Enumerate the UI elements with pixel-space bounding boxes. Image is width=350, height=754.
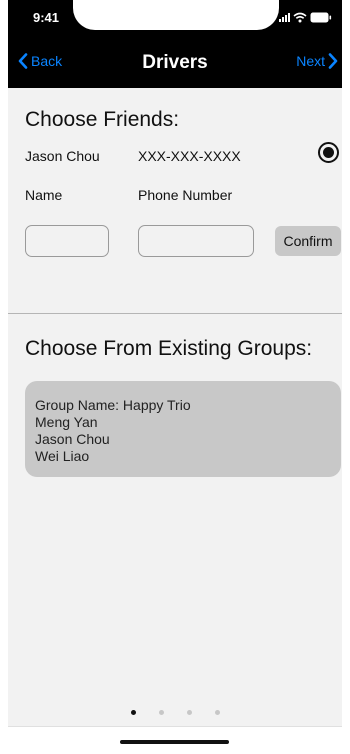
name-input[interactable] (25, 225, 109, 257)
phone-number-input[interactable] (138, 225, 254, 257)
cellular-signal-icon (279, 12, 290, 22)
device-notch (73, 0, 279, 30)
next-label: Next (296, 53, 325, 69)
next-button[interactable]: Next (296, 53, 338, 69)
page-dot-2 (158, 710, 164, 715)
radio-selected-dot (323, 147, 334, 158)
page-title: Drivers (142, 52, 208, 73)
page-dot-4 (214, 710, 220, 715)
phone-number-label: Phone Number (138, 187, 233, 203)
group-member: Wei Liao (35, 448, 90, 464)
name-label: Name (25, 187, 63, 203)
phone-screen: 9:41 Back Drivers Next Choose Friends: J… (8, 0, 342, 754)
chevron-right-icon (328, 53, 338, 69)
existing-groups-title: Choose From Existing Groups: (25, 337, 313, 360)
choose-friends-title: Choose Friends: (25, 108, 180, 131)
page-indicator[interactable] (8, 710, 342, 715)
status-icons (279, 10, 332, 24)
confirm-button[interactable]: Confirm (275, 226, 341, 256)
home-indicator[interactable] (120, 740, 229, 744)
group-name: Group Name: Happy Trio (35, 397, 191, 413)
wifi-icon (293, 12, 307, 23)
friend-select-radio[interactable] (318, 142, 339, 163)
section-divider (8, 313, 342, 314)
status-time: 9:41 (32, 10, 60, 25)
group-member: Jason Chou (35, 431, 110, 447)
battery-icon (310, 12, 332, 23)
page-dot-1 (130, 710, 136, 715)
group-member: Meng Yan (35, 414, 98, 430)
friend-name: Jason Chou (25, 148, 100, 164)
friend-phone: XXX-XXX-XXXX (138, 148, 241, 164)
group-card[interactable]: Group Name: Happy Trio Meng Yan Jason Ch… (25, 381, 341, 477)
page-dot-3 (186, 710, 192, 715)
